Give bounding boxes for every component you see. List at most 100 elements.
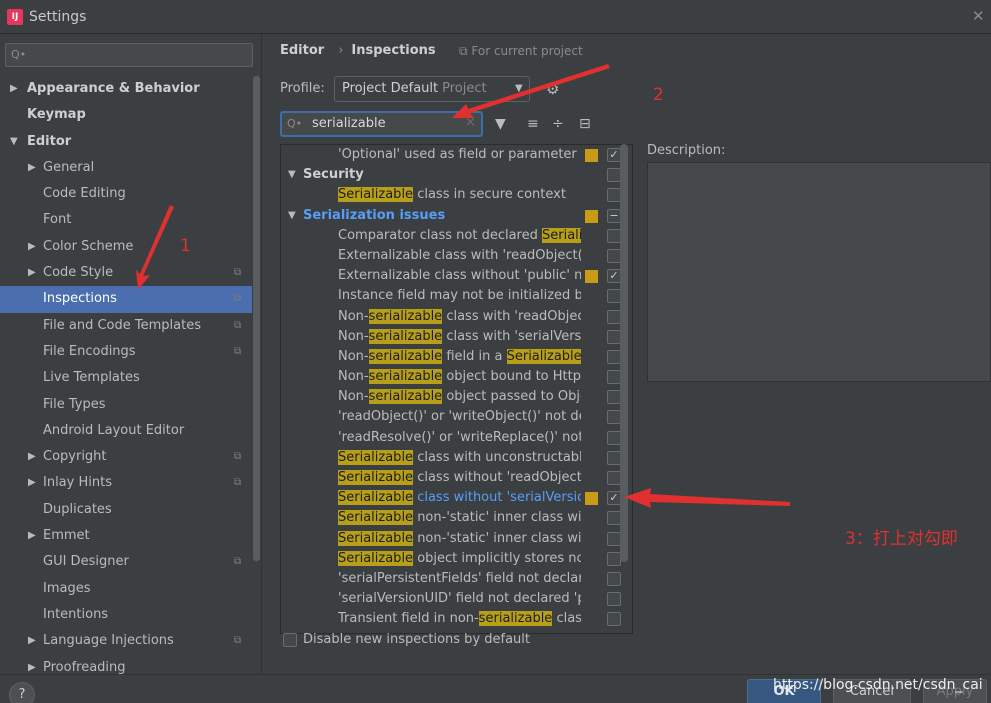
- profile-select[interactable]: Project Default Project ▼: [334, 76, 530, 102]
- inspection-item[interactable]: Externalizable class without 'public' no…: [281, 266, 632, 286]
- inspection-checkbox[interactable]: ✓: [607, 148, 621, 162]
- inspection-checkbox[interactable]: [607, 248, 621, 263]
- reset-icon[interactable]: ⊟: [579, 116, 591, 132]
- sidebar-item-inspections[interactable]: Inspections ⧉: [0, 286, 252, 313]
- inspection-item[interactable]: Serializable class in secure context: [281, 185, 632, 205]
- inspection-category[interactable]: ▼ Serialization issues −: [281, 206, 632, 226]
- sidebar-item-file-types[interactable]: File Types: [0, 392, 252, 418]
- inspection-tree-scrollbar[interactable]: [620, 144, 628, 562]
- inspection-item[interactable]: Externalizable class with 'readObject()'…: [281, 246, 632, 266]
- inspection-checkbox[interactable]: [607, 551, 621, 566]
- inspection-search-input[interactable]: Q• serializable ×: [280, 111, 483, 137]
- search-match-highlight: serializable: [478, 611, 553, 627]
- inspection-item[interactable]: 'serialPersistentFields' field not decla…: [281, 569, 632, 589]
- inspection-checkbox[interactable]: [607, 592, 621, 607]
- inspection-checkbox[interactable]: [607, 370, 621, 385]
- sidebar-item-emmet[interactable]: ▶ Emmet: [0, 523, 252, 549]
- inspection-checkbox[interactable]: [607, 612, 621, 627]
- sidebar-item-file-encodings[interactable]: File Encodings ⧉: [0, 339, 252, 365]
- sidebar-item-keymap[interactable]: Keymap: [0, 102, 252, 128]
- chevron-right-icon[interactable]: ▶: [28, 470, 36, 496]
- inspection-item[interactable]: Non-serializable class with 'readObject(…: [281, 307, 632, 327]
- sidebar-scrollbar[interactable]: [253, 76, 260, 561]
- inspection-item[interactable]: 'serialVersionUID' field not declared 'p…: [281, 589, 632, 609]
- sidebar-item-inlay-hints[interactable]: ▶ Inlay Hints ⧉: [0, 470, 252, 496]
- inspection-item[interactable]: 'Optional' used as field or parameter ty…: [281, 145, 632, 165]
- inspection-item[interactable]: 'readObject()' or 'writeObject()' not de…: [281, 407, 632, 427]
- inspection-item-label: Comparator class not declared Serializa: [338, 226, 581, 246]
- sidebar-item-general[interactable]: ▶ General: [0, 155, 252, 181]
- inspection-checkbox[interactable]: [607, 329, 621, 344]
- inspection-item[interactable]: Serializable non-'static' inner class wi…: [281, 529, 632, 549]
- inspection-checkbox[interactable]: [607, 430, 621, 445]
- inspection-checkbox[interactable]: [607, 571, 621, 586]
- settings-window: IJ Settings ✕ Q• ▶ Appearance & Behavior K…: [0, 0, 991, 703]
- inspection-item[interactable]: Serializable object implicitly stores no…: [281, 549, 632, 569]
- inspection-checkbox[interactable]: [607, 410, 621, 425]
- inspection-checkbox[interactable]: ✓: [607, 269, 621, 284]
- chevron-down-icon[interactable]: ▼: [288, 165, 296, 185]
- inspection-category[interactable]: ▼ Security: [281, 165, 632, 185]
- inspection-checkbox[interactable]: [607, 390, 621, 405]
- sidebar-item-code-style[interactable]: ▶ Code Style ⧉: [0, 260, 252, 286]
- sidebar-item-duplicates[interactable]: Duplicates: [0, 497, 252, 523]
- expand-all-icon[interactable]: ≡: [527, 116, 539, 132]
- disable-new-inspections-checkbox[interactable]: [283, 633, 297, 647]
- chevron-right-icon[interactable]: ▶: [28, 260, 36, 286]
- sidebar-item-gui-designer[interactable]: GUI Designer ⧉: [0, 549, 252, 575]
- inspection-checkbox[interactable]: −: [607, 208, 621, 223]
- sidebar-item-images[interactable]: Images: [0, 576, 252, 602]
- sidebar-item-code-editing[interactable]: Code Editing: [0, 181, 252, 207]
- sidebar-item-copyright[interactable]: ▶ Copyright ⧉: [0, 444, 252, 470]
- chevron-right-icon[interactable]: ▶: [28, 523, 36, 549]
- help-button[interactable]: ?: [9, 682, 35, 703]
- inspection-item[interactable]: Serializable class without 'readObject()…: [281, 468, 632, 488]
- inspection-checkbox[interactable]: [607, 531, 621, 546]
- chevron-right-icon[interactable]: ▶: [28, 155, 36, 181]
- inspection-checkbox[interactable]: [607, 450, 621, 465]
- gear-icon[interactable]: ⚙: [546, 80, 559, 98]
- sidebar-item-color-scheme[interactable]: ▶ Color Scheme: [0, 234, 252, 260]
- inspection-item[interactable]: 'readResolve()' or 'writeReplace()' not …: [281, 428, 632, 448]
- sidebar-item-language-injections[interactable]: ▶ Language Injections ⧉: [0, 628, 252, 654]
- sidebar-item-live-templates[interactable]: Live Templates: [0, 365, 252, 391]
- inspection-checkbox[interactable]: [607, 309, 621, 324]
- settings-search-input[interactable]: Q•: [5, 43, 253, 67]
- sidebar-item-font[interactable]: Font: [0, 207, 252, 233]
- close-icon[interactable]: ✕: [972, 7, 985, 25]
- sidebar-item-appearance-behavior[interactable]: ▶ Appearance & Behavior: [0, 76, 252, 102]
- sidebar-item-intentions[interactable]: Intentions: [0, 602, 252, 628]
- sidebar-item-android-layout-editor[interactable]: Android Layout Editor: [0, 418, 252, 444]
- chevron-right-icon[interactable]: ▶: [28, 234, 36, 260]
- inspection-item[interactable]: Non-serializable object passed to Objec: [281, 387, 632, 407]
- inspection-checkbox[interactable]: [607, 289, 621, 304]
- inspection-item[interactable]: Serializable non-'static' inner class wi…: [281, 508, 632, 528]
- inspection-checkbox[interactable]: [607, 188, 621, 203]
- inspection-checkbox[interactable]: [607, 168, 621, 183]
- sidebar-item-file-and-code-templates[interactable]: File and Code Templates ⧉: [0, 313, 252, 339]
- inspection-item[interactable]: Serializable class without 'serialVersio…: [281, 488, 632, 508]
- sidebar-item-label: Live Templates: [43, 370, 140, 386]
- inspection-item[interactable]: Non-serializable class with 'serialVersi…: [281, 327, 632, 347]
- breadcrumb-editor[interactable]: Editor: [280, 43, 324, 58]
- inspection-item[interactable]: Instance field may not be initialized by…: [281, 286, 632, 306]
- chevron-right-icon[interactable]: ▶: [10, 76, 18, 102]
- clear-search-icon[interactable]: ×: [465, 115, 476, 130]
- inspection-item[interactable]: Non-serializable object bound to HttpSe: [281, 367, 632, 387]
- inspection-checkbox[interactable]: ✓: [607, 491, 621, 506]
- inspection-item[interactable]: Comparator class not declared Serializa: [281, 226, 632, 246]
- inspection-checkbox[interactable]: [607, 228, 621, 243]
- chevron-down-icon[interactable]: ▼: [10, 129, 18, 155]
- inspection-item[interactable]: Serializable class with unconstructable …: [281, 448, 632, 468]
- collapse-all-icon[interactable]: ÷: [552, 116, 564, 132]
- chevron-right-icon[interactable]: ▶: [28, 628, 36, 654]
- inspection-checkbox[interactable]: [607, 349, 621, 364]
- inspection-checkbox[interactable]: [607, 511, 621, 526]
- chevron-right-icon[interactable]: ▶: [28, 444, 36, 470]
- inspection-item[interactable]: Transient field in non-serializable clas…: [281, 609, 632, 629]
- chevron-down-icon[interactable]: ▼: [288, 206, 296, 226]
- inspection-checkbox[interactable]: [607, 471, 621, 485]
- filter-icon[interactable]: ▼: [495, 116, 506, 132]
- sidebar-item-editor[interactable]: ▼ Editor: [0, 129, 252, 155]
- inspection-item[interactable]: Non-serializable field in a Serializable…: [281, 347, 632, 367]
